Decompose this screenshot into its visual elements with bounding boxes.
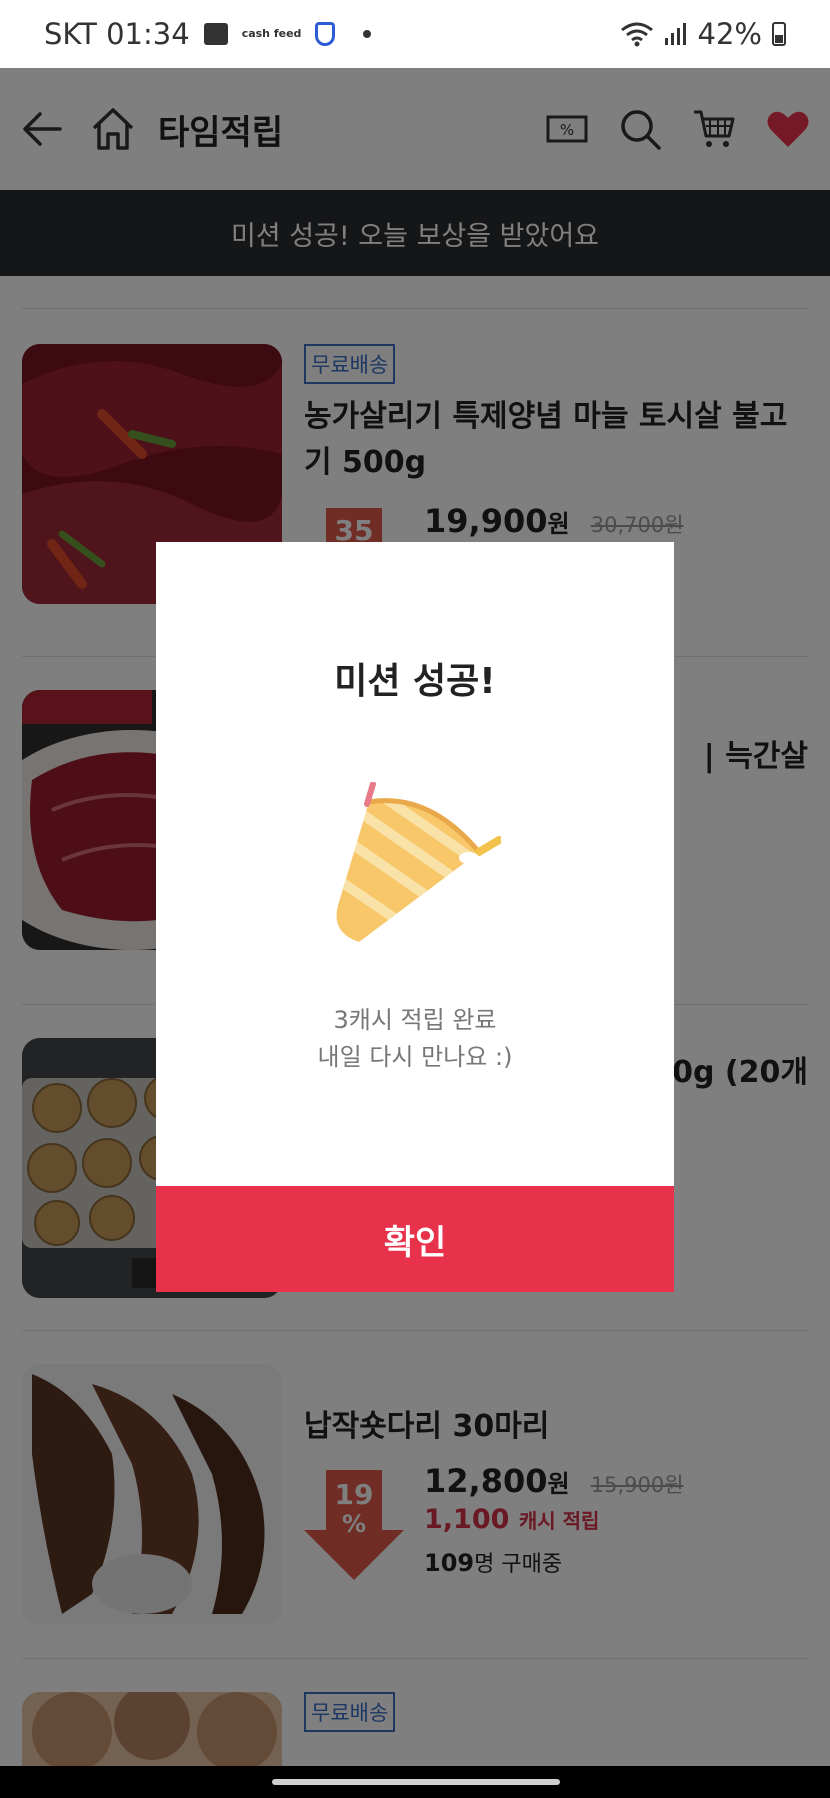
system-nav-bar — [0, 1766, 830, 1798]
home-gesture-handle[interactable] — [272, 1779, 560, 1785]
battery-icon — [772, 22, 786, 46]
cash-feed-icon: cash feed — [241, 27, 302, 40]
modal-message-line2: 내일 다시 만나요 :) — [317, 1043, 513, 1071]
mission-success-modal: 미션 성공! 3캐시 적립 완료 내일 다시 만나요 :) 확인 — [156, 542, 674, 1292]
gallery-icon — [203, 23, 228, 45]
battery-level: 42% — [697, 17, 762, 51]
signal-icon — [664, 23, 686, 45]
notification-dot-icon — [363, 30, 372, 38]
modal-title: 미션 성공! — [334, 661, 496, 702]
party-cone-icon — [329, 781, 503, 952]
confirm-button[interactable]: 확인 — [156, 1186, 674, 1292]
shield-icon — [315, 22, 336, 46]
modal-message-line1: 3캐시 적립 완료 — [333, 1006, 497, 1034]
wifi-icon — [620, 22, 653, 47]
carrier-time: SKT 01:34 — [44, 17, 190, 51]
modal-message: 3캐시 적립 완료 내일 다시 만나요 :) — [156, 1002, 674, 1076]
status-bar: SKT 01:34 cash feed 42% — [0, 0, 830, 68]
